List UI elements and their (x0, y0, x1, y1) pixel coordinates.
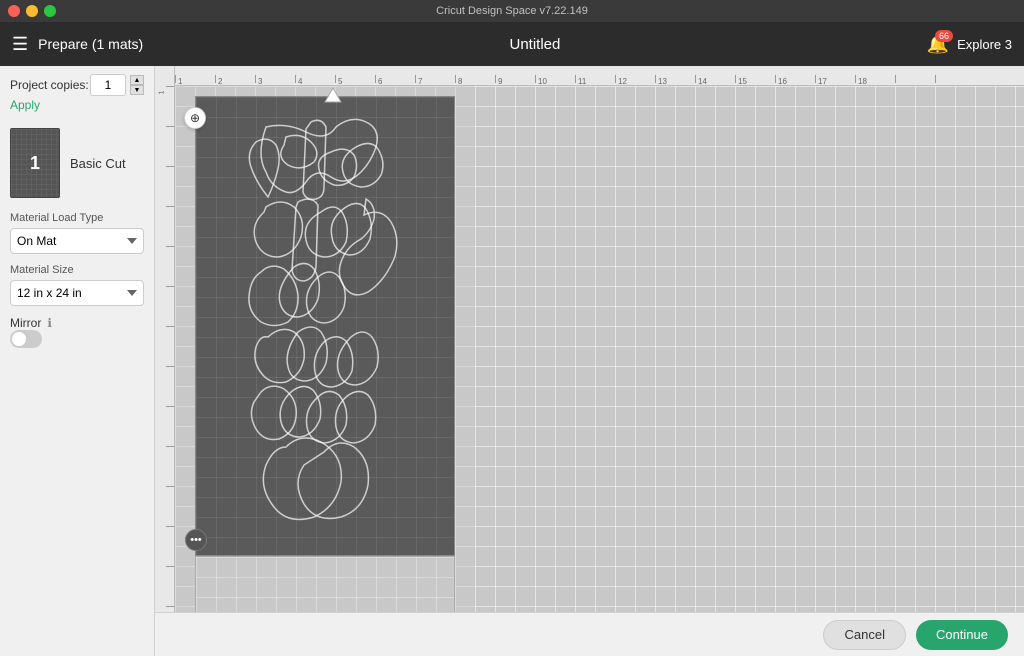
title-bar: Cricut Design Space v7.22.149 (0, 0, 1024, 22)
nav-right: 🔔 66 Explore 3 (927, 34, 1012, 55)
mirror-row: Mirror ℹ (10, 316, 144, 330)
prepare-label: Prepare (1 mats) (38, 36, 143, 52)
mirror-section: Mirror ℹ (10, 316, 144, 348)
material-load-label: Material Load Type (10, 212, 144, 224)
nav-left: ☰ Prepare (1 mats) (12, 34, 143, 55)
bottom-bar: Cancel Continue (155, 612, 1024, 656)
close-button[interactable] (8, 5, 20, 17)
maximize-button[interactable] (44, 5, 56, 17)
material-size-section: Material Size 12 in x 24 in 12 in x 12 i… (10, 264, 144, 306)
copies-up-button[interactable]: ▲ (130, 75, 144, 85)
continue-button[interactable]: Continue (916, 620, 1008, 650)
mirror-toggle[interactable] (10, 330, 42, 348)
app-title: Cricut Design Space v7.22.149 (436, 5, 588, 17)
traffic-lights (8, 5, 56, 17)
design-svg (206, 107, 446, 547)
project-title: Untitled (509, 36, 560, 53)
material-size-label: Material Size (10, 264, 144, 276)
notifications-button[interactable]: 🔔 66 (927, 34, 949, 55)
mat-item: 1 Basic Cut (10, 124, 144, 202)
canvas-ext-right (475, 86, 1024, 656)
anchor-handle[interactable] (323, 88, 343, 109)
ruler-left: 1 (155, 66, 175, 656)
nav-bar: ☰ Prepare (1 mats) Untitled 🔔 66 Explore… (0, 22, 1024, 66)
apply-button[interactable]: Apply (10, 98, 40, 112)
copies-input[interactable] (90, 74, 126, 96)
mat-number: 1 (30, 153, 40, 174)
ruler-top: 1 2 3 4 5 6 7 (155, 66, 1024, 86)
recenter-button[interactable]: ⊕ (184, 107, 206, 129)
left-panel: Project copies: ▲ ▼ Apply 1 Basic Cut (0, 66, 155, 656)
mat-thumbnail: 1 (10, 128, 60, 198)
canvas-area: cricut 1 2 3 4 5 (155, 66, 1024, 656)
project-copies-row: Project copies: ▲ ▼ (10, 74, 144, 96)
spinner-buttons: ▲ ▼ (130, 75, 144, 95)
minimize-button[interactable] (26, 5, 38, 17)
project-copies-label: Project copies: (10, 78, 89, 92)
material-load-section: Material Load Type On Mat Roll (10, 212, 144, 254)
mat-cut-label: Basic Cut (70, 156, 126, 171)
notification-badge: 66 (935, 30, 953, 42)
cancel-button[interactable]: Cancel (823, 620, 905, 650)
material-size-dropdown[interactable]: 12 in x 24 in 12 in x 12 in Custom (10, 280, 144, 306)
copies-down-button[interactable]: ▼ (130, 85, 144, 95)
mat-on-canvas: ⊕ ••• (195, 96, 455, 556)
mirror-info-icon[interactable]: ℹ (47, 316, 52, 330)
options-button[interactable]: ••• (185, 529, 207, 551)
main-layout: Project copies: ▲ ▼ Apply 1 Basic Cut (0, 66, 1024, 656)
canvas-inner: ⊕ ••• − 50% + (175, 86, 1024, 656)
menu-button[interactable]: ☰ (12, 34, 28, 55)
explore-button[interactable]: Explore 3 (957, 37, 1012, 52)
project-copies-section: Project copies: ▲ ▼ Apply (10, 74, 144, 114)
copies-input-group: ▲ ▼ (90, 74, 144, 96)
mirror-label: Mirror (10, 316, 41, 330)
material-load-dropdown[interactable]: On Mat Roll (10, 228, 144, 254)
